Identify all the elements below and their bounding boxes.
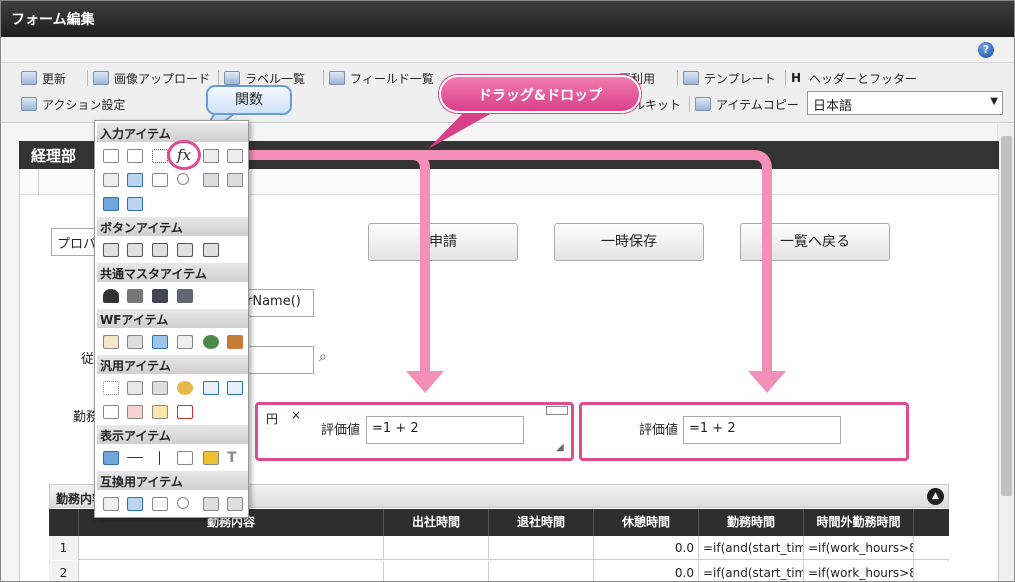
submit-button-icon[interactable] [103,243,119,257]
clipboard-icon[interactable] [103,335,119,349]
chart-icon[interactable] [103,405,119,419]
calendar-icon[interactable] [177,405,193,419]
drag-drop-callout: ドラッグ&ドロップ [439,75,641,113]
radio-icon[interactable] [177,173,189,185]
item-palette: 入力アイテム ボタンアイテム 共通マスタアイテム WFアイテム 汎用アイテム 表… [94,120,249,518]
category-button-items[interactable]: ボタンアイテム [97,217,248,236]
arrow-to-target-2 [411,150,772,373]
arrow-head-1 [406,371,444,393]
category-display-items[interactable]: 表示アイテム [97,425,248,444]
dropdown-icon[interactable] [103,173,119,187]
text-icon[interactable]: T [227,451,243,465]
file-upload-icon[interactable] [103,197,119,211]
camera-icon[interactable] [152,381,168,395]
document-download-icon[interactable] [227,381,243,395]
category-input-items[interactable]: 入力アイテム [97,123,248,142]
function-icon[interactable]: fx [167,140,201,170]
box-icon[interactable] [177,451,193,465]
user-icon[interactable] [103,289,119,303]
category-general-items[interactable]: 汎用アイテム [97,355,248,374]
compat-radio-icon[interactable] [177,497,189,509]
select-box-icon[interactable] [203,173,219,187]
compat-dropdown-icon[interactable] [103,497,119,511]
compat-checkbox-icon[interactable] [152,497,168,511]
function-callout: 関数 [206,85,292,115]
callout-tail [428,109,499,149]
time-icon[interactable] [227,149,243,163]
horizontal-line-icon[interactable] [127,457,143,458]
color-icon[interactable] [127,405,143,419]
header-label-icon[interactable] [103,451,119,465]
document-upload-icon[interactable] [203,381,219,395]
textarea-icon[interactable] [127,149,143,163]
image-icon[interactable] [152,335,168,349]
date-icon[interactable] [203,149,219,163]
textbox-icon[interactable] [103,149,119,163]
tree-icon[interactable] [152,405,168,419]
compat-list-icon[interactable] [127,497,143,511]
cancel-button-icon[interactable] [177,243,193,257]
category-common-master-items[interactable]: 共通マスタアイテム [97,263,248,282]
form-editor-window: フォーム編集 ? 更新 画像アップロード ラベル一覧 フィールド一覧 再利用 テ… [0,0,1015,582]
key-icon[interactable] [177,381,193,395]
compat-select-icon[interactable] [203,497,219,511]
listbox-icon[interactable] [227,173,243,187]
vertical-line-icon[interactable] [159,451,160,465]
checkbox-icon[interactable] [152,173,168,187]
back-button-icon[interactable] [152,243,168,257]
attachment-icon[interactable] [127,335,143,349]
organization-icon[interactable] [127,289,143,303]
number-icon[interactable] [152,149,168,163]
category-wf-items[interactable]: WFアイテム [97,309,248,328]
grid-table-icon[interactable] [127,197,143,211]
arrow-head-2 [748,371,786,393]
stamp-icon[interactable] [227,335,243,349]
list-icon[interactable] [127,173,143,187]
history-icon[interactable] [177,335,193,349]
role-icon[interactable] [152,289,168,303]
route-icon[interactable] [203,335,219,349]
group-icon[interactable] [177,289,193,303]
picture-icon[interactable] [203,451,219,465]
category-compat-items[interactable]: 互換用アイテム [97,471,248,490]
calculator-icon[interactable] [127,381,143,395]
link-button-icon[interactable] [203,243,219,257]
compat-listbox-icon[interactable] [227,497,243,511]
separator-item-icon[interactable] [103,381,119,395]
forward-button-icon[interactable] [127,243,143,257]
